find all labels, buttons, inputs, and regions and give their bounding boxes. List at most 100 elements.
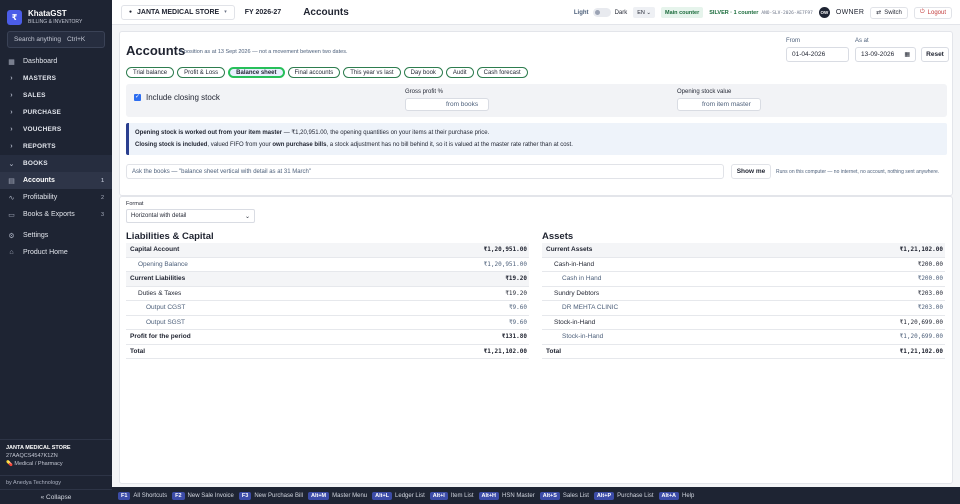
shortcut-item[interactable]: F2 New Sale Invoice [172, 491, 234, 500]
include-closing-stock-checkbox[interactable] [134, 93, 141, 101]
tab-cash-forecast[interactable]: Cash forecast [476, 67, 528, 78]
sidebar-item-books[interactable]: ⌄ BOOKS [0, 155, 112, 172]
shortcut-item[interactable]: Alt+S Sales List [539, 491, 589, 500]
format-label: Format [126, 201, 144, 207]
table-row[interactable]: Cash in Hand ₹200.00 [542, 272, 945, 287]
calendar-icon[interactable]: ▦ [904, 51, 910, 58]
switch-button[interactable]: ⇄ Switch [870, 6, 908, 19]
shortcut-item[interactable]: Alt+I Item List [429, 491, 474, 500]
sidebar-item-settings[interactable]: ⚙ Settings [0, 227, 112, 244]
table-row[interactable]: Output SGST ₹9.60 [126, 316, 529, 330]
shortcut-key: Alt+L [372, 491, 393, 500]
row-amount: ₹1,20,699.00 [899, 333, 943, 341]
sidebar-item-dashboard[interactable]: ▦ Dashboard [0, 53, 112, 70]
sidebar-item-profitability[interactable]: ∿ Profitability 2 [0, 189, 112, 206]
format-select[interactable]: Horizontal with detail ⌄ [126, 209, 255, 223]
shortcut-item[interactable]: F3 New Purchase Bill [238, 491, 303, 500]
sidebar-item-books-exports[interactable]: ▭ Books & Exports 3 [0, 206, 112, 223]
opening-stock-input[interactable]: from item master [677, 98, 761, 111]
shortcut-item[interactable]: Alt+M Master Menu [308, 491, 367, 500]
shortcut-key: Alt+H [478, 491, 500, 500]
logout-label: Logout [927, 9, 946, 16]
counter-badge: Main counter [661, 7, 704, 18]
row-label: Capital Account [130, 246, 180, 254]
tab-trial-balance[interactable]: Trial balance [126, 67, 175, 78]
chevron-right-icon: › [10, 143, 13, 150]
show-me-button[interactable]: Show me [731, 164, 771, 179]
shortcut-item[interactable]: Alt+H HSN Master [478, 491, 535, 500]
sidebar-item-reports[interactable]: › REPORTS [0, 138, 112, 155]
shortcut-label: Purchase List [617, 492, 654, 499]
table-row[interactable]: Output CGST ₹9.60 [126, 301, 529, 316]
as-at-date-input[interactable]: 13-09-2026 ▦ [855, 47, 916, 62]
table-row[interactable]: Current Liabilities ₹19.20 [126, 272, 529, 287]
row-label: Cash in Hand [562, 275, 602, 283]
tab-balance-sheet[interactable]: Balance sheet [228, 67, 285, 78]
row-label: Stock-in-Hand [554, 318, 596, 326]
table-row[interactable]: Cash-in-Hand ₹200.00 [542, 258, 945, 272]
theme-toggle[interactable]: Light Dark [574, 8, 627, 17]
tab-profit-loss[interactable]: Profit & Loss [177, 67, 226, 78]
vendor-credit: by Anedya Technology [0, 475, 112, 489]
row-amount: ₹200.00 [917, 275, 943, 283]
table-row[interactable]: Sundry Debtors ₹203.00 [542, 287, 945, 301]
table-row[interactable]: Current Assets ₹1,21,102.00 [542, 243, 945, 258]
liabilities-title: Liabilities & Capital [126, 231, 214, 242]
search-input[interactable]: Search anything Ctrl+K [7, 31, 105, 48]
note-line-2-bold: Closing stock is included [135, 141, 208, 148]
table-row[interactable]: Total ₹1,21,102.00 [126, 345, 529, 359]
row-label: Current Liabilities [130, 275, 186, 283]
search-label: Search anything [14, 36, 61, 43]
gross-profit-input[interactable]: from books [405, 98, 489, 111]
table-row[interactable]: Profit for the period ₹131.80 [126, 330, 529, 345]
tab-day-book[interactable]: Day book [403, 67, 443, 78]
shortcut-key: Alt+S [539, 491, 560, 500]
app-logo-icon: ₹ [7, 9, 22, 25]
sidebar-item-label: SALES [23, 92, 46, 99]
table-row[interactable]: Duties & Taxes ₹19.20 [126, 287, 529, 301]
shortcut-item[interactable]: Alt+A Help [658, 491, 694, 500]
sidebar-item-vouchers[interactable]: › VOUCHERS [0, 121, 112, 138]
tab-audit[interactable]: Audit [445, 67, 474, 78]
note-line-1-bold: Opening stock is worked out from your it… [135, 130, 283, 136]
table-row[interactable]: Opening Balance ₹1,20,951.00 [126, 258, 529, 272]
language-selector[interactable]: EN ⌄ [633, 7, 656, 18]
report-tabs: Trial balance Profit & Loss Balance shee… [126, 67, 528, 78]
from-date-input[interactable]: 01-04-2026 [786, 47, 849, 62]
row-label: Sundry Debtors [554, 289, 600, 297]
ask-books-input[interactable]: Ask the books — "balance sheet vertical … [126, 164, 724, 179]
shortcut-key: Alt+M [308, 491, 330, 500]
table-row[interactable]: Stock-in-Hand ₹1,20,699.00 [542, 330, 945, 345]
shortcut-item[interactable]: Alt+P Purchase List [593, 491, 654, 500]
sidebar-item-sales[interactable]: › SALES [0, 87, 112, 104]
row-label: Duties & Taxes [138, 289, 182, 297]
reset-button[interactable]: Reset [921, 47, 949, 62]
shortcut-item[interactable]: Alt+L Ledger List [372, 491, 425, 500]
sidebar-item-masters[interactable]: › MASTERS [0, 70, 112, 87]
include-closing-stock-label[interactable]: Include closing stock [146, 93, 220, 102]
theme-light-label: Light [573, 9, 589, 16]
liabilities-table: Capital Account ₹1,20,951.00 Opening Balan… [126, 243, 529, 359]
as-at-label: As at [855, 38, 869, 44]
row-amount: ₹19.20 [505, 289, 527, 297]
chevron-down-icon: ▾ [224, 9, 227, 15]
avatar[interactable]: OW [818, 7, 830, 18]
shortcut-item[interactable]: F1 All Shortcuts [118, 491, 167, 500]
store-switcher-label: JANTA MEDICAL STORE [137, 8, 220, 16]
table-row[interactable]: Total ₹1,21,102.00 [542, 345, 945, 359]
sidebar-item-product-home[interactable]: ⌂ Product Home [0, 244, 112, 261]
sidebar-item-accounts[interactable]: ▤ Accounts 1 [0, 172, 112, 189]
store-switcher[interactable]: ● JANTA MEDICAL STORE ▾ [121, 4, 235, 20]
fiscal-year-selector[interactable]: FY 2026-27 [245, 9, 281, 16]
table-row[interactable]: DR MEHTA CLINIC ₹203.00 [542, 301, 945, 316]
tab-final-accounts[interactable]: Final accounts [287, 67, 341, 78]
sidebar-item-purchase[interactable]: › PURCHASE [0, 104, 112, 121]
tab-this-year-vs-last[interactable]: This year vs last [343, 67, 401, 78]
toggle-switch[interactable] [592, 8, 611, 17]
table-row[interactable]: Stock-in-Hand ₹1,20,699.00 [542, 316, 945, 330]
collapse-button[interactable]: « Collapse [0, 489, 112, 504]
brand[interactable]: ₹ KhataGST BILLING & INVENTORY [0, 0, 112, 28]
table-row[interactable]: Capital Account ₹1,20,951.00 [126, 243, 529, 258]
note-line-1: Opening stock is worked out from your it… [135, 128, 941, 140]
logout-button[interactable]: ⏻ Logout [913, 6, 952, 19]
